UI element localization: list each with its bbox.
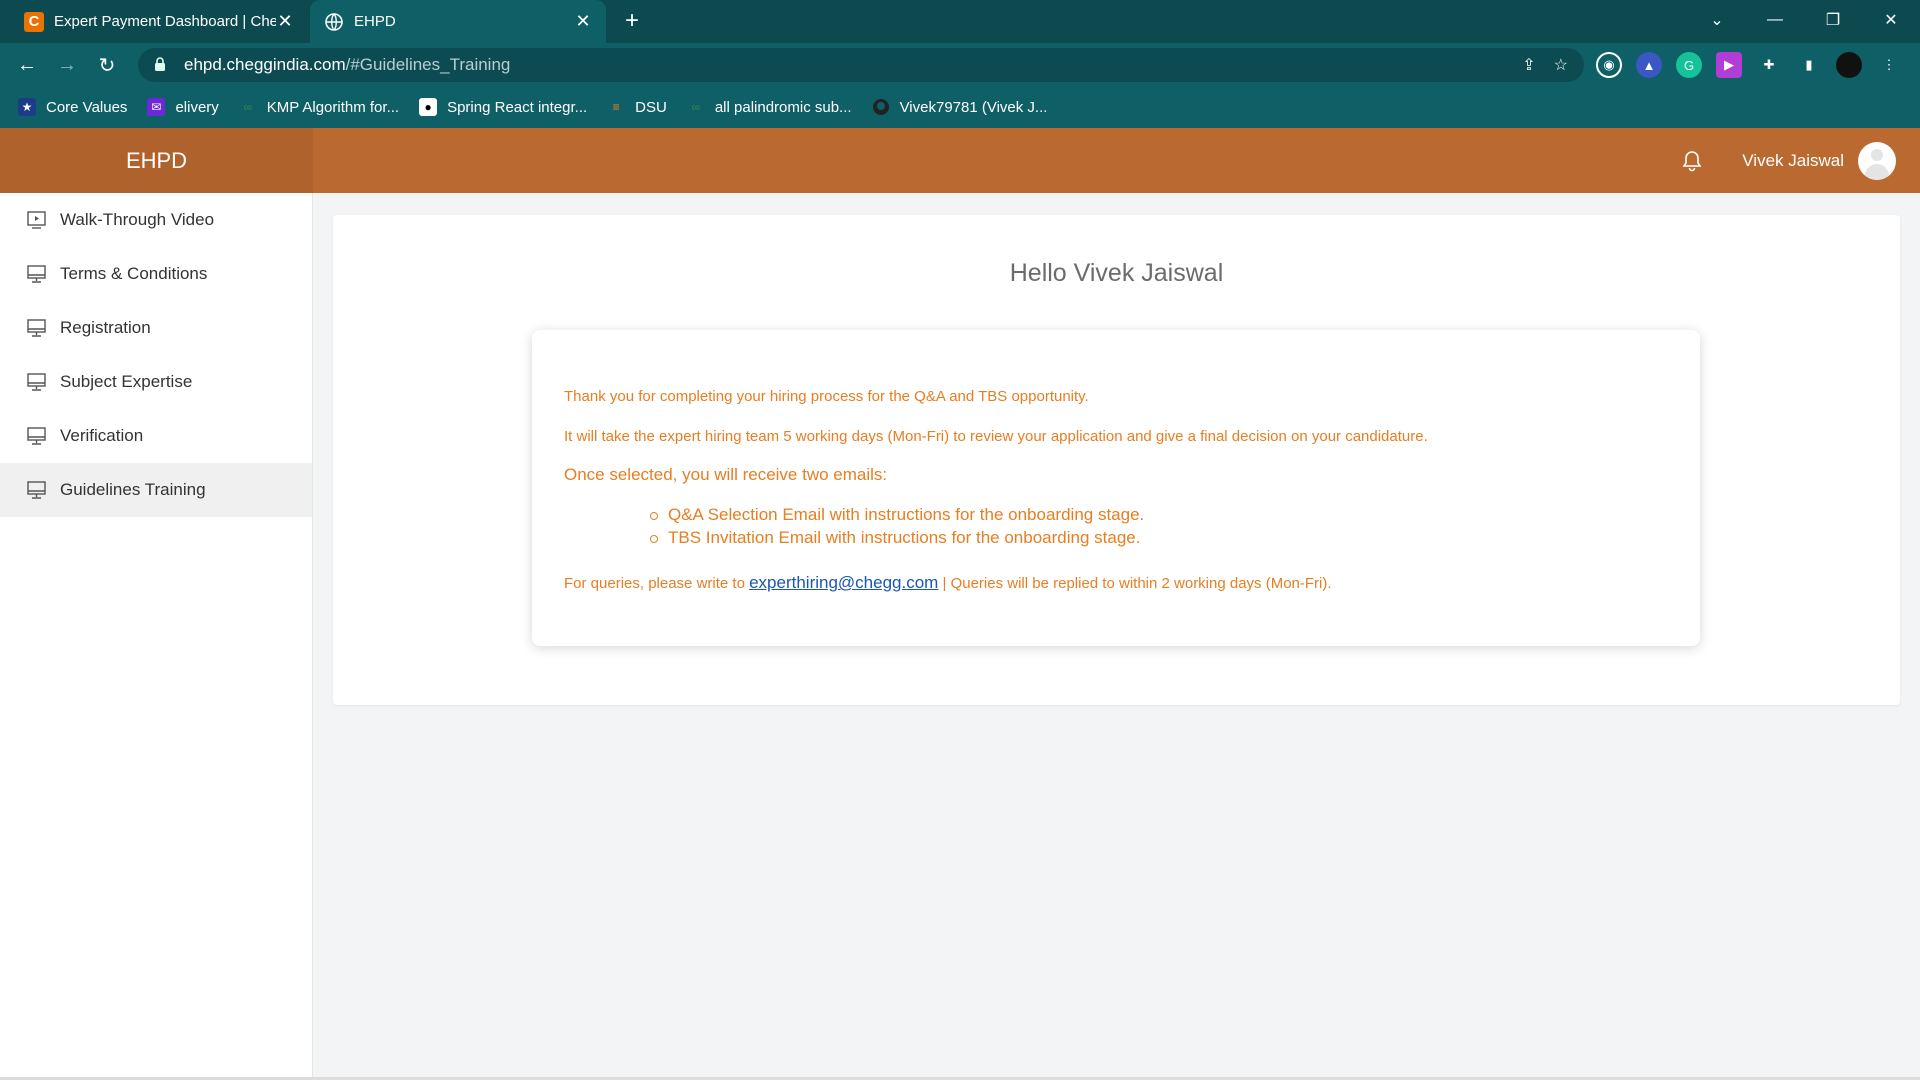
avatar[interactable] (1858, 141, 1896, 180)
sidebar-item-walk-through-video[interactable]: Walk-Through Video (0, 193, 312, 247)
bookmark-star-icon[interactable]: ☆ (1554, 55, 1568, 75)
tab-search-icon[interactable]: ⌄ (1688, 0, 1746, 40)
envelope-icon: ✉ (147, 98, 166, 116)
monitor-icon (27, 373, 46, 391)
close-window-icon[interactable]: ✕ (1862, 0, 1920, 40)
query-suffix: | Queries will be replied to within 2 wo… (938, 575, 1332, 592)
app-header: EHPD Vivek Jaiswal (0, 128, 1920, 193)
github-icon (872, 98, 890, 116)
bookmark-label: Spring React integr... (447, 98, 588, 116)
forward-icon[interactable]: → (52, 50, 82, 80)
list-item: TBS Invitation Email with instructions f… (650, 526, 1668, 549)
monitor-icon (27, 481, 46, 499)
new-tab-button[interactable]: + (618, 8, 646, 36)
extension-flag-icon[interactable]: ▶ (1716, 52, 1742, 78)
close-icon[interactable]: ✕ (574, 11, 592, 32)
sidebar-item-label: Terms & Conditions (60, 264, 208, 283)
medium-icon: ● (419, 98, 438, 116)
browser-toolbar: ← → ↻ ehpd.cheggindia.com/#Guidelines_Tr… (0, 43, 1920, 86)
tab-title: EHPD (354, 13, 396, 30)
back-icon[interactable]: ← (12, 50, 42, 80)
gfg-icon: ∞ (691, 100, 701, 114)
window-controls: ⌄ — ❐ ✕ (1688, 0, 1920, 40)
extensions-bar: ◉ ▲ G ▶ ✚ ▮ ⋮ (1596, 50, 1902, 80)
url-domain: ehpd.cheggindia.com (184, 55, 346, 74)
url-path: /#Guidelines_Training (345, 55, 511, 74)
bookmark-label: all palindromic sub... (714, 98, 852, 116)
bookmark-elivery[interactable]: ✉ elivery (147, 98, 219, 116)
bookmark-palindromic[interactable]: ∞ all palindromic sub... (687, 98, 852, 116)
bookmarks-bar: ★ Core Values ✉ elivery ∞ KMP Algorithm … (0, 86, 1920, 128)
bookmark-label: KMP Algorithm for... (266, 98, 400, 116)
bookmark-spring-react[interactable]: ● Spring React integr... (419, 98, 587, 116)
message-card: Thank you for completing your hiring pro… (532, 330, 1700, 646)
sidebar-item-label: Verification (60, 426, 144, 445)
sidebar-item-terms-conditions[interactable]: Terms & Conditions (0, 247, 312, 301)
video-icon (27, 211, 46, 229)
bookmark-label: Vivek79781 (Vivek J... (899, 98, 1048, 116)
stack-icon: ≡ (612, 100, 620, 114)
sidebar-item-label: Registration (60, 318, 151, 337)
extension-brave-icon[interactable]: ▲ (1636, 52, 1662, 78)
query-text: For queries, please write to experthirin… (564, 573, 1668, 594)
side-panel-icon[interactable]: ▮ (1796, 52, 1822, 78)
sidebar-item-guidelines-training[interactable]: Guidelines Training (0, 463, 312, 517)
address-bar[interactable]: ehpd.cheggindia.com/#Guidelines_Training… (138, 48, 1584, 82)
star-icon: ★ (18, 98, 36, 116)
page-title: Hello Vivek Jaiswal (1009, 259, 1224, 287)
header-user-area: Vivek Jaiswal (1680, 128, 1896, 193)
email-list: Q&A Selection Email with instructions fo… (650, 503, 1668, 549)
query-prefix: For queries, please write to (564, 575, 750, 592)
bookmark-label: DSU (635, 98, 667, 116)
review-timeline-text: It will take the expert hiring team 5 wo… (564, 428, 1428, 445)
thank-you-text: Thank you for completing your hiring pro… (564, 388, 1089, 405)
bell-icon[interactable] (1680, 149, 1704, 173)
browser-tab-strip: C Expert Payment Dashboard | Che ✕ EHPD … (0, 0, 1920, 43)
monitor-icon (27, 319, 46, 337)
monitor-icon (27, 265, 46, 283)
tab-title: Expert Payment Dashboard | Che (54, 13, 276, 30)
reload-icon[interactable]: ↻ (92, 50, 122, 80)
monitor-icon (27, 427, 46, 445)
share-icon[interactable]: ⇪ (1522, 55, 1535, 75)
sidebar-item-registration[interactable]: Registration (0, 301, 312, 355)
menu-dots-icon[interactable]: ⋮ (1876, 52, 1902, 78)
omnibox-actions: ⇪ ☆ (1522, 48, 1568, 82)
extension-target-icon[interactable]: ◉ (1596, 52, 1622, 78)
chegg-icon: C (24, 11, 44, 32)
query-email-link[interactable]: experthiring@chegg.com (749, 573, 938, 592)
lock-icon[interactable] (154, 56, 172, 74)
sidebar: Walk-Through Video Terms & Conditions Re… (0, 193, 313, 1080)
grammarly-icon[interactable]: G (1676, 52, 1702, 78)
sidebar-item-label: Guidelines Training (60, 480, 206, 499)
browser-tab-expert-payment[interactable]: C Expert Payment Dashboard | Che ✕ (10, 0, 308, 43)
bookmark-kmp[interactable]: ∞ KMP Algorithm for... (239, 98, 400, 116)
profile-icon[interactable] (1836, 52, 1862, 78)
bookmark-github[interactable]: Vivek79781 (Vivek J... (872, 98, 1048, 116)
bookmark-dsu[interactable]: ≡ DSU (607, 98, 667, 116)
sidebar-item-subject-expertise[interactable]: Subject Expertise (0, 355, 312, 409)
url-text: ehpd.cheggindia.com/#Guidelines_Training (184, 55, 510, 75)
bookmark-label: elivery (175, 98, 219, 116)
sidebar-item-verification[interactable]: Verification (0, 409, 312, 463)
list-item: Q&A Selection Email with instructions fo… (650, 503, 1668, 526)
selected-heading: Once selected, you will receive two emai… (564, 465, 888, 484)
gfg-icon: ∞ (243, 100, 253, 114)
minimize-icon[interactable]: — (1746, 0, 1804, 40)
browser-tab-ehpd[interactable]: EHPD ✕ (310, 0, 606, 43)
bookmark-label: Core Values (46, 98, 128, 116)
puzzle-icon[interactable]: ✚ (1756, 52, 1782, 78)
user-name[interactable]: Vivek Jaiswal (1742, 151, 1844, 171)
globe-icon (324, 12, 344, 32)
sidebar-item-label: Walk-Through Video (60, 210, 215, 229)
brand-logo[interactable]: EHPD (0, 128, 313, 193)
restore-icon[interactable]: ❐ (1804, 0, 1862, 40)
bookmark-core-values[interactable]: ★ Core Values (18, 98, 127, 116)
sidebar-item-label: Subject Expertise (60, 372, 193, 391)
close-icon[interactable]: ✕ (276, 11, 294, 32)
content-card: Hello Vivek Jaiswal Thank you for comple… (333, 215, 1900, 705)
